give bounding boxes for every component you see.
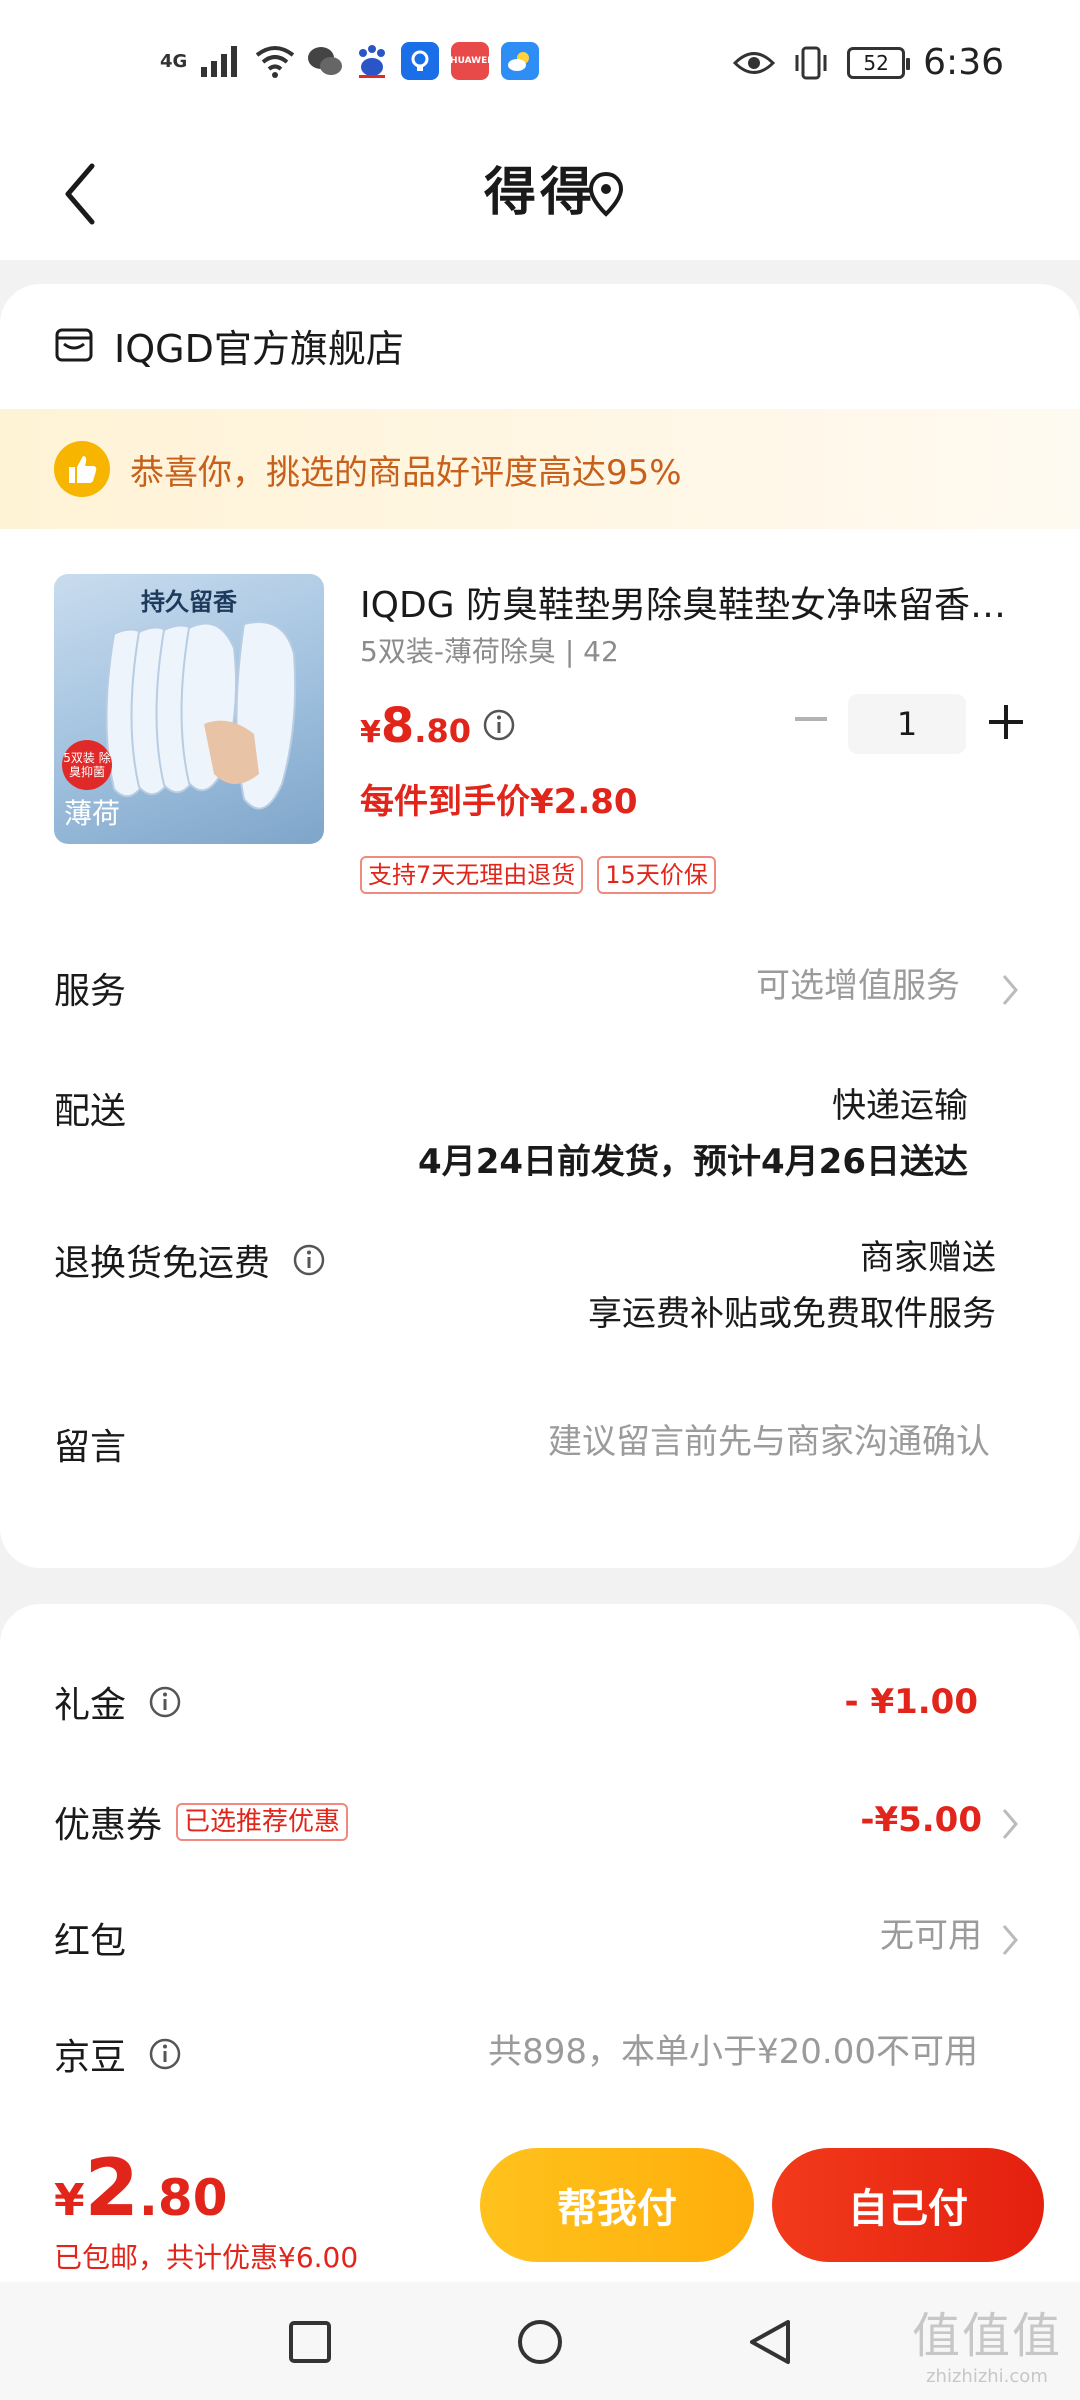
return-value-gift: 商家赠送 — [860, 1238, 996, 1278]
wechat-icon — [308, 47, 343, 75]
quantity-decrease-button[interactable] — [786, 694, 836, 744]
return-value-desc: 享运费补贴或免费取件服务 — [588, 1294, 996, 1334]
delivery-label: 配送 — [54, 1082, 126, 1134]
product-image-label: 薄荷 — [64, 797, 121, 830]
message-label-text: 留言 — [54, 1427, 127, 1468]
total-note: 已包邮，共计优惠¥6.00 — [54, 2241, 359, 2274]
praise-text: 恭喜你，挑选的商品好评度高达95% — [130, 452, 682, 493]
shop-header[interactable]: IQGD官方旗舰店 — [54, 318, 404, 373]
recent-apps-button[interactable] — [280, 2312, 340, 2372]
wifi-icon — [256, 46, 295, 78]
order-card: IQGD官方旗舰店 恭喜你，挑选的商品好评度高达95% 持久留香 5双装 除臭抑… — [0, 284, 1080, 1568]
price-protect-tag: 15天价保 — [597, 856, 716, 894]
nav-bar: 得得 — [0, 130, 1080, 260]
square-icon — [289, 2321, 331, 2363]
total-decimal: .80 — [138, 2169, 228, 2227]
total-symbol: ¥ — [54, 2175, 85, 2226]
coupon-label-text: 优惠券 — [54, 1805, 163, 1846]
signal-icon — [201, 46, 238, 77]
back-nav-button[interactable] — [740, 2312, 800, 2372]
checkout-bar: ¥ 2 .80 已包邮，共计优惠¥6.00 帮我付 自己付 — [0, 2132, 1080, 2282]
price-decimal: .80 — [414, 712, 471, 750]
eye-icon — [733, 51, 776, 74]
shop-name: IQGD官方旗舰店 — [114, 327, 404, 371]
help-pay-button[interactable]: 帮我付 — [480, 2148, 754, 2262]
return-policy-tag: 支持7天无理由退货 — [360, 856, 584, 894]
status-right-icons: 52 6:36 — [733, 42, 1004, 83]
gift-label: 礼金 — [54, 1676, 182, 1728]
battery-indicator: 52 — [847, 46, 911, 79]
return-label-text: 退换货免运费 — [54, 1243, 271, 1284]
redpacket-label: 红包 — [54, 1912, 126, 1964]
price-integer: 8 — [380, 698, 415, 754]
service-chevron-icon[interactable] — [1000, 972, 1020, 1008]
jd-bean-label-text: 京豆 — [54, 2037, 127, 2078]
delivery-date: 4月24日前发货，预计4月26日送达 — [418, 1142, 968, 1182]
self-pay-button[interactable]: 自己付 — [772, 2148, 1044, 2262]
delivery-method: 快递运输 — [832, 1086, 968, 1126]
redpacket-chevron-icon[interactable] — [1000, 1922, 1020, 1958]
total-price: ¥ 2 .80 — [54, 2144, 227, 2234]
gift-value: - ¥1.00 — [844, 1682, 979, 1722]
baidu-icon — [359, 45, 386, 78]
redpacket-value[interactable]: 无可用 — [880, 1908, 982, 1964]
service-label-text: 服务 — [54, 971, 127, 1012]
jd-bean-value: 共898，本单小于¥20.00不可用 — [488, 2032, 978, 2072]
delivery-info[interactable]: 快递运输 4月24日前发货，预计4月26日送达 — [418, 1078, 968, 1190]
triangle-back-icon — [750, 2320, 790, 2364]
service-label: 服务 — [54, 962, 126, 1014]
gift-label-text: 礼金 — [54, 1685, 127, 1726]
huawei-app-icon: HUAWEI — [450, 42, 491, 80]
status-left-icons: 4G HUAWEI — [160, 42, 540, 80]
jd-bean-info-icon[interactable] — [148, 2037, 182, 2071]
page-title: 得得 — [483, 163, 596, 223]
delivery-label-text: 配送 — [54, 1091, 127, 1132]
plus-icon — [989, 705, 1023, 739]
jd-bean-label: 京豆 — [54, 2028, 182, 2080]
weather-app-icon — [501, 42, 540, 80]
network-type: 4G — [160, 50, 188, 72]
return-shipping-info: 商家赠送 享运费补贴或免费取件服务 — [588, 1230, 996, 1342]
product-title[interactable]: IQDG 防臭鞋垫男除臭鞋垫女净味留香鞋垫 — [360, 576, 1020, 628]
quantity-input[interactable]: 1 — [848, 694, 966, 754]
message-input[interactable]: 建议留言前先与商家沟通确认 — [548, 1414, 990, 1470]
coupon-value[interactable]: -¥5.00 — [860, 1792, 982, 1848]
total-integer: 2 — [84, 2144, 139, 2234]
home-button[interactable] — [510, 2312, 570, 2372]
watermark: 值值值 zhizhizhi.com — [912, 2296, 1062, 2387]
circle-icon — [518, 2320, 562, 2364]
price-info-icon[interactable] — [482, 708, 516, 742]
product-price: ¥ 8 .80 — [360, 698, 471, 754]
message-label: 留言 — [54, 1418, 126, 1470]
bulb-app-icon — [401, 42, 440, 80]
watermark-sub: zhizhizhi.com — [926, 2366, 1048, 2387]
coupon-recommended-tag: 已选推荐优惠 — [176, 1803, 349, 1841]
gift-info-icon[interactable] — [148, 1685, 182, 1719]
return-shipping-label: 退换货免运费 — [54, 1234, 326, 1286]
praise-banner: 恭喜你，挑选的商品好评度高达95% — [0, 409, 1080, 529]
product-image-badge: 5双装 除臭抑菌 — [62, 740, 112, 790]
product-spec[interactable]: 5双装-薄荷除臭 | 42 — [360, 630, 619, 670]
coupon-label: 优惠券 已选推荐优惠 — [54, 1796, 349, 1848]
redpacket-label-text: 红包 — [54, 1921, 127, 1962]
vibrate-icon — [795, 46, 827, 79]
shop-icon — [55, 328, 93, 361]
quantity-increase-button[interactable] — [978, 694, 1034, 750]
return-info-icon[interactable] — [292, 1243, 326, 1277]
price-symbol: ¥ — [360, 715, 381, 750]
coupon-chevron-icon[interactable] — [1000, 1806, 1020, 1842]
location-pin-icon[interactable] — [586, 170, 626, 220]
minus-icon — [795, 717, 827, 721]
thumbs-up-icon — [54, 441, 110, 497]
status-bar: 4G HUAWEI 52 6:36 — [0, 0, 1080, 130]
status-time: 6:36 — [923, 42, 1004, 83]
service-value[interactable]: 可选增值服务 — [756, 958, 960, 1014]
product-tags: 支持7天无理由退货 15天价保 — [360, 856, 716, 894]
watermark-main: 值值值 — [911, 2308, 1062, 2364]
per-item-price: 每件到手价¥2.80 — [360, 782, 638, 822]
product-image[interactable]: 持久留香 5双装 除臭抑菌 薄荷 — [54, 574, 324, 844]
